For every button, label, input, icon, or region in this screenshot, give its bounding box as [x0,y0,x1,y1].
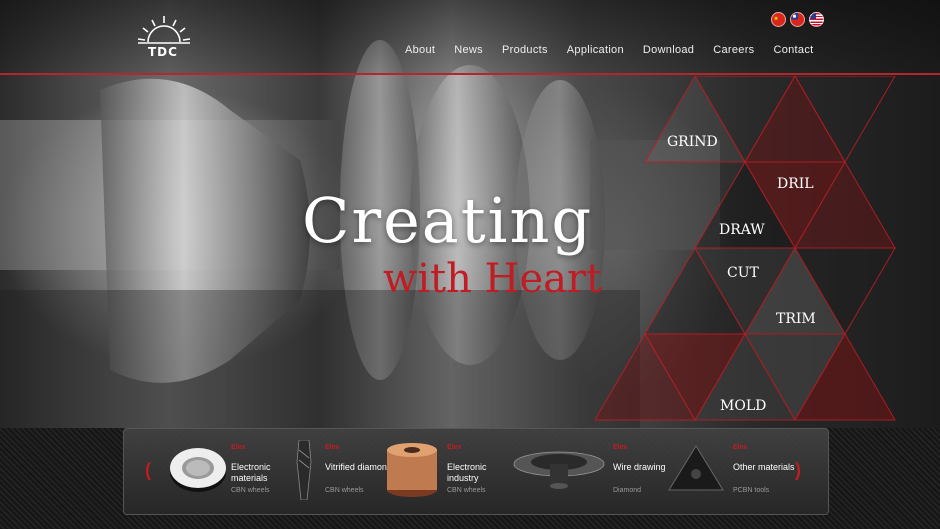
product-item-wire-drawing[interactable]: Elex Wire drawing Diamond [512,440,666,504]
main-nav: About News Products Application Download… [405,44,832,56]
wire-spool-icon [387,443,437,497]
product-item-other-materials[interactable]: Elex Other materials PCBN tools [665,440,815,504]
nav-news[interactable]: News [454,44,483,56]
usa-flag-icon[interactable] [809,12,824,27]
hero-subtitle: with Heart [383,256,603,302]
process-triangles [595,76,896,421]
nav-download[interactable]: Download [643,44,694,56]
cbn-wheel-icon [170,448,226,492]
nav-products[interactable]: Products [502,44,548,56]
nav-careers[interactable]: Careers [713,44,754,56]
hero-title: Creating [302,184,594,257]
insert-tool-icon [668,445,724,491]
nav-application[interactable]: Application [567,44,624,56]
process-dril[interactable]: DRIL [777,176,814,192]
process-draw[interactable]: DRAW [719,222,765,238]
nav-contact[interactable]: Contact [773,44,813,56]
nav-about[interactable]: About [405,44,435,56]
logo-text[interactable]: TDC [148,45,178,59]
taiwan-flag-icon[interactable] [790,12,805,27]
drawing-die-icon [513,451,605,489]
process-trim[interactable]: TRIM [776,311,816,327]
process-grind[interactable]: GRIND [667,134,718,150]
process-cut[interactable]: CUT [727,265,759,281]
china-flag-icon[interactable] [771,12,786,27]
language-flags [771,12,824,27]
header-divider [0,73,940,75]
drill-bit-icon [296,440,312,500]
process-mold[interactable]: MOLD [720,398,766,414]
carousel-prev-button[interactable]: ( [145,460,151,481]
